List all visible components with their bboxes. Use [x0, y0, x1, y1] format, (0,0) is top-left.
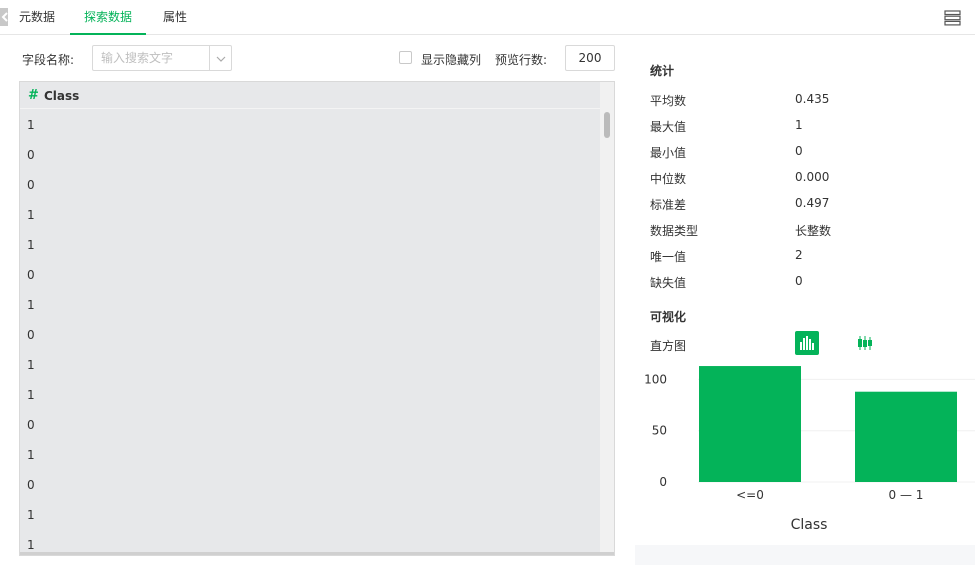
show-hidden-checkbox[interactable] [399, 51, 412, 64]
table-row[interactable]: 1 [20, 230, 600, 260]
stat-value: 2 [795, 248, 803, 262]
preview-rows-input[interactable]: 200 [565, 45, 615, 71]
field-name-label: 字段名称: [22, 53, 75, 67]
scrollbar-thumb[interactable] [604, 112, 610, 138]
table-row[interactable]: 0 [20, 470, 600, 500]
tab-properties[interactable]: 属性 [163, 0, 187, 35]
table-row[interactable]: 1 [20, 110, 600, 140]
y-tick-label: 0 [659, 475, 667, 489]
stat-label: 中位数 [650, 172, 687, 186]
stat-label: 数据类型 [650, 224, 699, 238]
stat-value: 0.497 [795, 196, 830, 210]
y-tick-label: 50 [652, 424, 667, 438]
table-row[interactable]: 0 [20, 260, 600, 290]
stat-value: 1 [795, 118, 803, 132]
table-row[interactable]: 1 [20, 380, 600, 410]
boxplot-icon [858, 336, 872, 350]
table-row[interactable]: 0 [20, 320, 600, 350]
table-row[interactable]: 1 [20, 350, 600, 380]
histogram-bar[interactable] [699, 366, 801, 482]
grid-body: 100110101101011 [20, 110, 600, 555]
search-dropdown-button[interactable] [209, 46, 231, 70]
collapse-icon[interactable] [0, 8, 8, 26]
histogram-bar[interactable] [855, 391, 957, 482]
stat-value: 0 [795, 144, 803, 158]
histogram-chart: 0 50 100 <=0 0 — 1 Class [644, 366, 975, 533]
table-row[interactable]: 0 [20, 170, 600, 200]
tab-bar: 元数据 探索数据 属性 [0, 0, 975, 35]
stat-value: 长整数 [795, 224, 832, 238]
table-row[interactable]: 1 [20, 290, 600, 320]
stat-label: 最大值 [650, 120, 687, 134]
histogram-label: 直方图 [650, 339, 687, 353]
table-row[interactable]: 1 [20, 500, 600, 530]
stats-title: 统计 [650, 64, 675, 78]
x-axis-label: Class [791, 517, 828, 533]
table-row[interactable]: 0 [20, 140, 600, 170]
stat-label: 缺失值 [650, 276, 687, 290]
stat-label: 标准差 [650, 198, 687, 212]
stat-value: 0.000 [795, 170, 830, 184]
column-header-class[interactable]: Class [44, 89, 79, 103]
grid-horizontal-scrollbar[interactable] [20, 552, 614, 555]
boxplot-button[interactable] [856, 335, 874, 351]
stat-value: 0 [795, 274, 803, 288]
field-search-box [92, 45, 232, 71]
grid-scrollbar[interactable] [600, 82, 614, 555]
show-hidden-label: 显示隐藏列 [421, 53, 482, 67]
tab-explore-data[interactable]: 探索数据 [69, 0, 147, 35]
tab-metadata[interactable]: 元数据 [19, 0, 55, 35]
x-tick-label: 0 — 1 [889, 488, 924, 502]
stat-value: 0.435 [795, 92, 830, 106]
x-tick-label: <=0 [736, 488, 764, 502]
chevron-down-icon [216, 56, 226, 62]
table-row[interactable]: 1 [20, 440, 600, 470]
stat-label: 平均数 [650, 94, 687, 108]
table-row[interactable]: 0 [20, 410, 600, 440]
histogram-icon [800, 336, 814, 350]
y-tick-label: 100 [644, 372, 667, 386]
grid-header: # Class [20, 82, 614, 109]
stats-panel-footer [635, 545, 975, 565]
histogram-button[interactable] [795, 331, 819, 355]
table-row[interactable]: 1 [20, 200, 600, 230]
field-search-input[interactable] [93, 46, 209, 70]
preview-rows-label: 预览行数: [495, 53, 548, 67]
menu-icon[interactable] [944, 10, 961, 26]
stat-label: 最小值 [650, 146, 687, 160]
data-grid: # Class 100110101101011 [19, 81, 615, 556]
visualization-title: 可视化 [650, 310, 687, 324]
stat-label: 唯一值 [650, 250, 687, 264]
numeric-type-icon: # [28, 88, 39, 103]
